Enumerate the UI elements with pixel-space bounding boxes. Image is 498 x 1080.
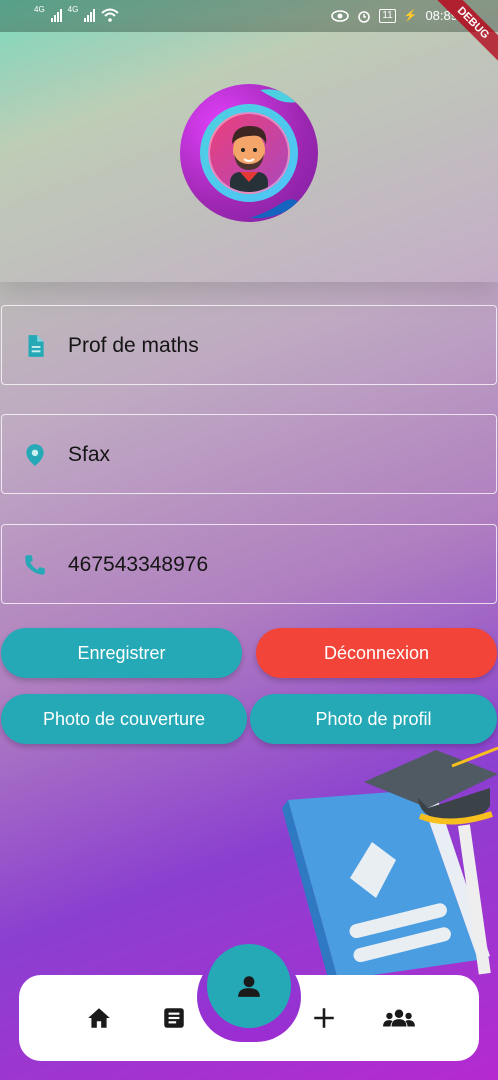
signal-icon-2 (84, 8, 96, 22)
profile-icon (238, 976, 260, 997)
battery-icon: 11 (379, 8, 396, 23)
description-field[interactable]: Prof de maths (1, 305, 497, 385)
wifi-icon (101, 8, 120, 22)
location-field[interactable]: Sfax (1, 414, 497, 494)
book-graduation-illustration (282, 746, 498, 986)
logout-button[interactable]: Déconnexion (256, 628, 497, 678)
save-button[interactable]: Enregistrer (1, 628, 242, 678)
alarm-icon (358, 10, 371, 23)
nav-profile-button[interactable] (207, 944, 291, 1028)
status-right: 11 ⚡ 08:89 (331, 8, 458, 23)
document-icon (28, 335, 44, 357)
notes-icon[interactable] (161, 1005, 187, 1031)
group-icon[interactable] (382, 1005, 416, 1031)
network-label-1: 4G (34, 5, 45, 14)
network-label-2: 4G (67, 5, 79, 14)
eye-icon (331, 9, 350, 22)
avatar-character-icon (230, 126, 268, 192)
phone-value: 467543348976 (68, 553, 209, 576)
charging-icon: ⚡ (403, 10, 418, 22)
location-value: Sfax (68, 443, 111, 466)
phone-field[interactable]: 467543348976 (1, 524, 497, 604)
home-icon[interactable] (85, 1005, 113, 1031)
signal-icon (50, 8, 62, 22)
avatar-inner-ring (200, 104, 298, 202)
avatar[interactable] (180, 84, 318, 222)
avatar-image (208, 112, 290, 194)
description-value: Prof de maths (68, 334, 199, 357)
phone-icon (25, 555, 45, 575)
cover-photo-button[interactable]: Photo de couverture (1, 694, 247, 744)
add-icon[interactable] (311, 1005, 337, 1031)
location-pin-icon (26, 444, 44, 466)
status-bar: 4G 4G 11 ⚡ 08:89 DEBUG (0, 0, 498, 69)
status-left: 4G 4G (34, 5, 120, 22)
